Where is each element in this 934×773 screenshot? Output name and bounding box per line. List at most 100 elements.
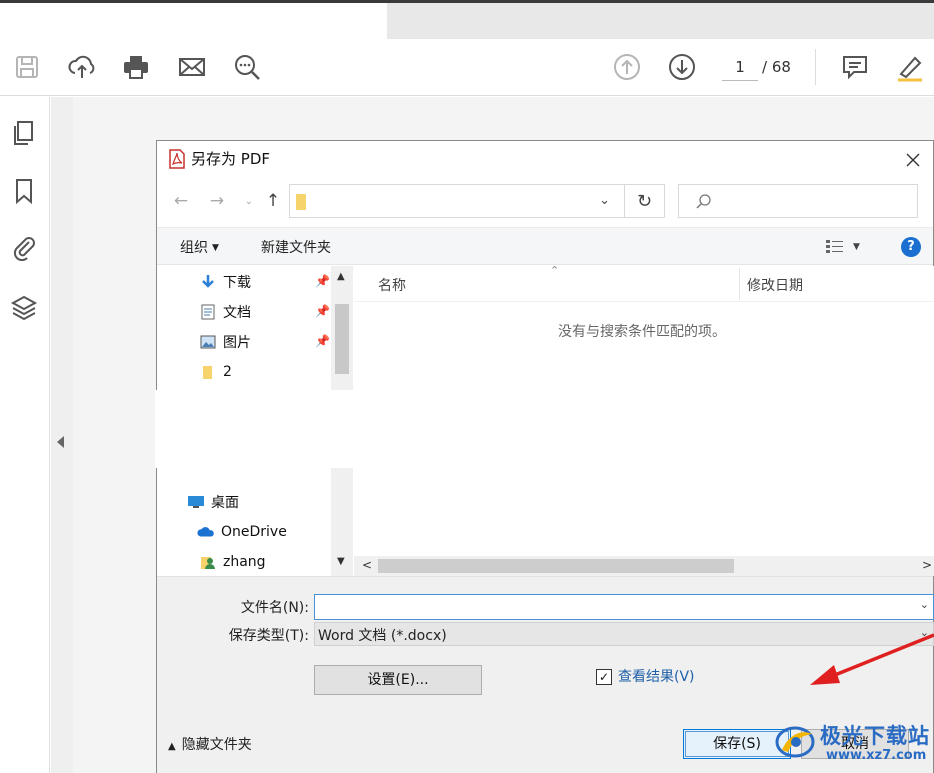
sort-ascending-icon: ⌃ [550,264,560,277]
command-bar: 组织 ▼ 新建文件夹 ▼ ? [157,227,933,265]
watermark-logo-icon [775,726,815,758]
column-modified-date[interactable]: 修改日期 [747,275,803,295]
filename-field[interactable]: ⌄ [314,594,934,620]
watermark-url: www.xz7.com [826,748,927,763]
file-list-horizontal-scrollbar[interactable]: < > [354,556,934,576]
user-icon [199,554,217,570]
pin-icon[interactable]: 📌 [315,274,330,288]
chevron-left-icon[interactable]: < [362,558,372,572]
folder-icon [296,194,306,210]
search-icon [696,194,711,209]
chevron-right-icon[interactable]: > [922,558,932,572]
filename-input[interactable] [315,595,933,619]
nav-item-label: 2 [223,364,232,380]
comment-icon[interactable] [839,51,871,83]
nav-item-user-zhang[interactable]: zhang [199,550,266,574]
arrow-right-icon[interactable]: → [205,189,229,213]
previous-page-icon[interactable] [611,51,643,83]
page-number-input[interactable]: 1 [722,53,758,81]
column-header-row: ⌃ 名称 修改日期 [354,264,934,302]
arrow-up-icon[interactable]: ↑ [261,189,285,213]
nav-item-desktop[interactable]: 桌面 [187,490,239,514]
nav-item-documents[interactable]: 文档 [199,300,251,324]
column-divider[interactable] [739,268,740,300]
nav-item-label: 桌面 [211,495,239,511]
layers-icon[interactable] [8,291,40,323]
search-input[interactable] [678,184,918,218]
dialog-title-bar: 另存为 PDF [157,141,933,179]
nav-item-downloads[interactable]: 下载 [199,270,251,294]
filename-label: 文件名(N): [240,600,309,616]
toolbar-divider [815,49,816,85]
view-options-button[interactable]: ▼ [825,237,865,257]
save-icon[interactable] [11,51,43,83]
next-page-icon[interactable] [666,51,698,83]
dialog-title: 另存为 PDF [191,150,270,168]
folder-icon [199,364,217,380]
chevron-down-icon[interactable]: ⌄ [599,193,610,208]
cloud-icon [197,524,215,540]
print-icon[interactable] [120,51,152,83]
nav-item-label: 图片 [223,335,251,351]
refresh-icon[interactable]: ↻ [625,184,665,218]
panel-collapse-strip[interactable] [51,97,73,773]
details-view-icon [826,240,843,253]
address-bar[interactable]: ⌄ [289,184,625,218]
file-list[interactable]: ⌃ 名称 修改日期 没有与搜索条件匹配的项。 [354,264,934,556]
chevron-down-icon[interactable]: ⌄ [920,598,929,611]
redacted-area [155,390,355,468]
filetype-value: Word 文档 (*.docx) [318,628,447,644]
chevron-down-icon[interactable]: ▼ [337,556,345,567]
close-icon[interactable] [899,147,927,173]
scrollbar-thumb[interactable] [335,304,349,374]
nav-item-folder-2[interactable]: 2 [199,360,232,384]
tab-bar-area [387,3,934,39]
download-icon [199,274,217,290]
document-icon [199,304,217,320]
caret-down-icon: ▼ [212,243,219,253]
empty-message: 没有与搜索条件匹配的项。 [558,324,726,340]
organize-button[interactable]: 组织 ▼ [180,237,219,257]
chevron-up-icon[interactable]: ▲ [337,271,345,282]
navigation-pane: 下载 📌 文档 📌 图片 📌 2 桌面 OneDrive zhang ▲ ▼ [155,266,355,576]
caret-up-icon: ▲ [168,741,176,752]
arrow-left-icon[interactable]: ← [169,189,193,213]
search-text-icon[interactable] [231,51,263,83]
view-result-checkbox[interactable]: ✓ [596,669,612,685]
annotation-arrow-icon [810,633,934,685]
hide-folders-label: 隐藏文件夹 [181,737,252,753]
nav-item-label: 文档 [223,305,251,321]
pin-icon[interactable]: 📌 [315,334,330,348]
nav-item-label: 下载 [223,275,251,291]
help-icon[interactable]: ? [901,237,921,257]
watermark: 极光下载站 www.xz7.com [770,712,934,770]
navigation-bar: ← → ⌄ ↑ ⌄ ↻ [157,181,933,221]
settings-button[interactable]: 设置(E)... [314,665,482,695]
bookmark-icon[interactable] [8,175,40,207]
column-name[interactable]: 名称 [378,275,406,295]
pin-icon[interactable]: 📌 [315,304,330,318]
scrollbar-thumb[interactable] [378,559,734,573]
filetype-label: 保存类型(T): [228,628,309,644]
recent-locations-chevron-icon[interactable]: ⌄ [237,189,261,213]
highlight-pen-icon[interactable] [894,51,926,83]
left-navigation-rail [0,97,50,773]
new-folder-button[interactable]: 新建文件夹 [261,237,331,257]
mail-icon[interactable] [176,51,208,83]
hide-folders-button[interactable]: ▲ 隐藏文件夹 [168,734,252,754]
caret-down-icon: ▼ [853,242,860,252]
cloud-upload-icon[interactable] [66,51,98,83]
pages-thumbnail-icon[interactable] [8,117,40,149]
nav-item-label: OneDrive [221,524,287,540]
collapse-arrow-icon[interactable] [57,436,64,448]
desktop-icon [187,494,205,510]
nav-item-label: zhang [223,554,266,570]
view-result-label[interactable]: 查看结果(V) [618,666,695,686]
page-total: / 68 [762,58,791,76]
organize-label: 组织 [180,240,208,256]
watermark-text: 极光下载站 [820,724,930,748]
attachment-icon[interactable] [8,231,40,263]
nav-item-onedrive[interactable]: OneDrive [197,520,287,544]
pdf-icon [169,149,185,169]
nav-item-pictures[interactable]: 图片 [199,330,251,354]
